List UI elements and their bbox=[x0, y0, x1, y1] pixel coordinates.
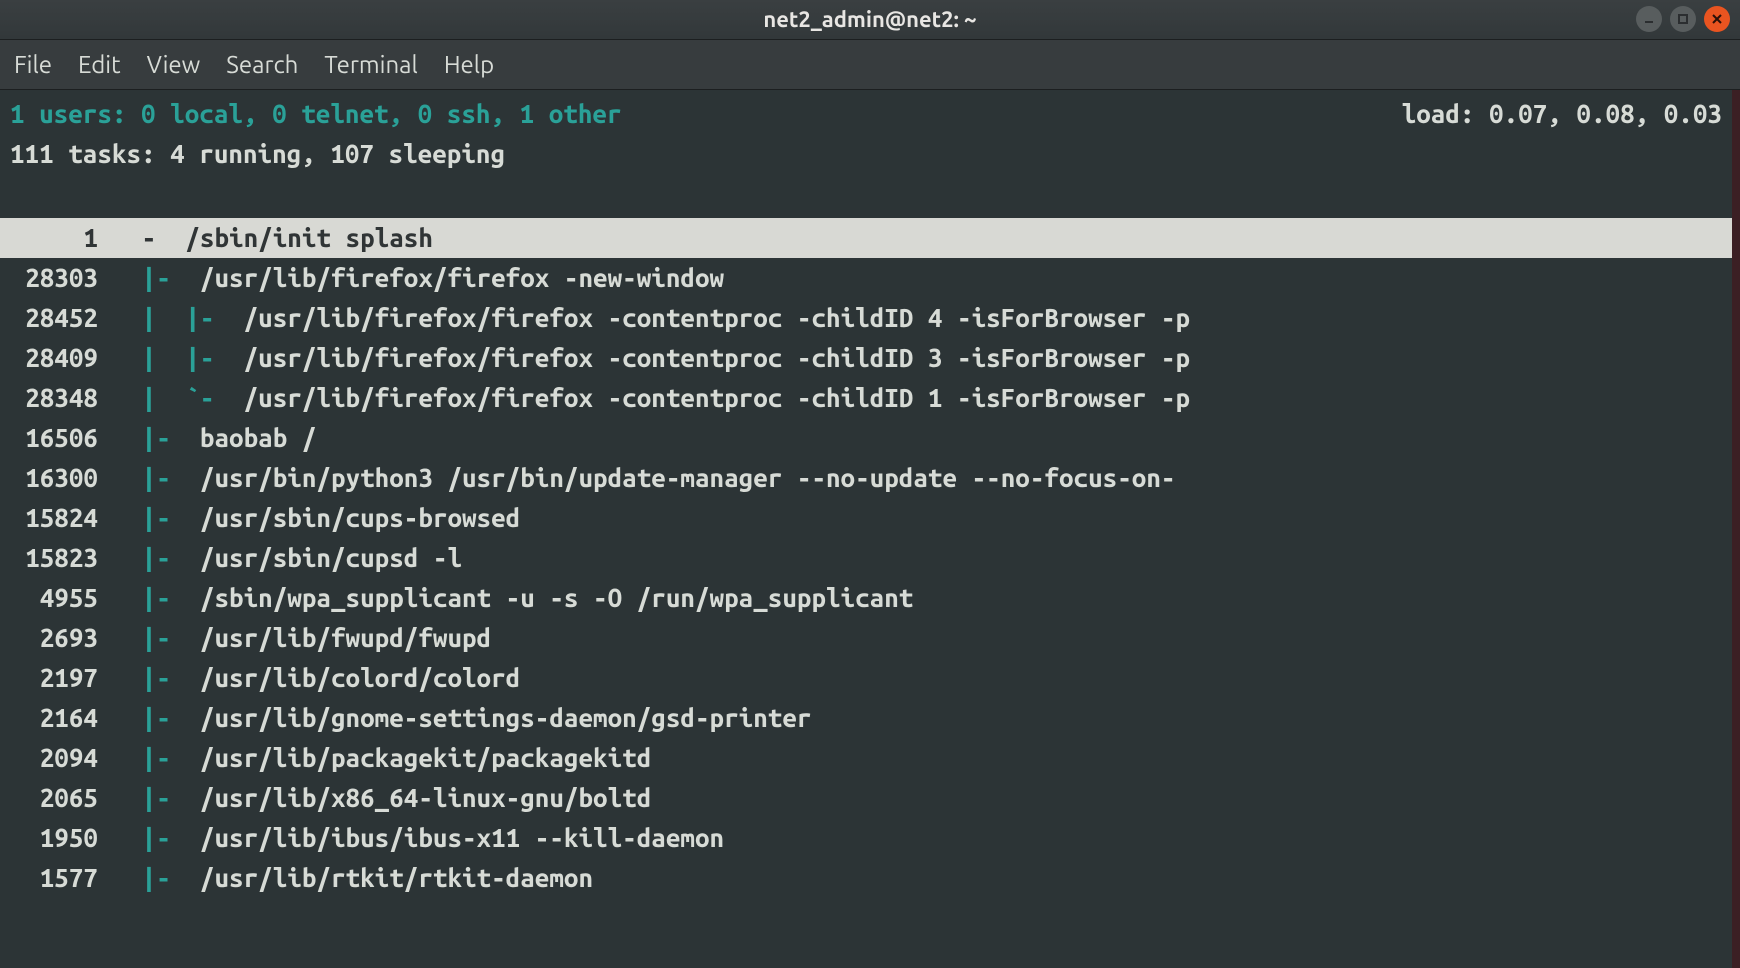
process-row[interactable]: 2065 |- /usr/lib/x86_64-linux-gnu/boltd bbox=[0, 778, 1732, 818]
process-row[interactable]: 15824 |- /usr/sbin/cups-browsed bbox=[0, 498, 1732, 538]
process-row[interactable]: 2693 |- /usr/lib/fwupd/fwupd bbox=[0, 618, 1732, 658]
process-command: /usr/sbin/cups-browsed bbox=[200, 498, 520, 538]
process-command: /usr/lib/colord/colord bbox=[200, 658, 520, 698]
process-pid: 2065 bbox=[10, 778, 98, 818]
process-command: /usr/lib/firefox/firefox -new-window bbox=[200, 258, 724, 298]
process-pid: 16506 bbox=[10, 418, 98, 458]
process-row[interactable]: 15823 |- /usr/sbin/cupsd -l bbox=[0, 538, 1732, 578]
process-pid: 15824 bbox=[10, 498, 98, 538]
terminal-area[interactable]: 1 users: 0 local, 0 telnet, 0 ssh, 1 oth… bbox=[0, 90, 1740, 968]
maximize-icon bbox=[1677, 13, 1689, 25]
load-summary: load: 0.07, 0.08, 0.03 bbox=[1402, 94, 1722, 134]
process-tree: |- bbox=[98, 698, 200, 738]
process-command: /sbin/init splash bbox=[185, 218, 433, 258]
process-row[interactable]: 28303 |- /usr/lib/firefox/firefox -new-w… bbox=[0, 258, 1732, 298]
menu-terminal[interactable]: Terminal bbox=[324, 51, 417, 78]
process-pid: 28303 bbox=[10, 258, 98, 298]
process-pid: 28452 bbox=[10, 298, 98, 338]
process-tree: |- bbox=[98, 618, 200, 658]
process-pid: 16300 bbox=[10, 458, 98, 498]
process-tree: |- bbox=[98, 658, 200, 698]
window-title: net2_admin@net2: ~ bbox=[763, 7, 976, 32]
window-controls bbox=[1636, 6, 1730, 32]
process-tree: | |- bbox=[98, 298, 244, 338]
process-row[interactable]: 28452 | |- /usr/lib/firefox/firefox -con… bbox=[0, 298, 1732, 338]
menubar: File Edit View Search Terminal Help bbox=[0, 40, 1740, 90]
maximize-button[interactable] bbox=[1670, 6, 1696, 32]
menu-edit[interactable]: Edit bbox=[78, 51, 121, 78]
process-tree: |- bbox=[98, 418, 200, 458]
process-row[interactable]: 28409 | |- /usr/lib/firefox/firefox -con… bbox=[0, 338, 1732, 378]
process-tree: |- bbox=[98, 538, 200, 578]
process-pid: 2094 bbox=[10, 738, 98, 778]
menu-file[interactable]: File bbox=[14, 51, 52, 78]
menu-help[interactable]: Help bbox=[444, 51, 494, 78]
minimize-icon bbox=[1643, 13, 1655, 25]
process-row[interactable]: 4955 |- /sbin/wpa_supplicant -u -s -O /r… bbox=[0, 578, 1732, 618]
process-row[interactable]: 16300 |- /usr/bin/python3 /usr/bin/updat… bbox=[0, 458, 1732, 498]
process-row[interactable]: 2094 |- /usr/lib/packagekit/packagekitd bbox=[0, 738, 1732, 778]
process-command: /usr/lib/ibus/ibus-x11 --kill-daemon bbox=[200, 818, 724, 858]
process-tree: |- bbox=[98, 498, 200, 538]
process-tree: |- bbox=[98, 738, 200, 778]
process-command: /usr/lib/gnome-settings-daemon/gsd-print… bbox=[200, 698, 812, 738]
titlebar: net2_admin@net2: ~ bbox=[0, 0, 1740, 40]
process-tree: |- bbox=[98, 778, 200, 818]
process-pid: 1577 bbox=[10, 858, 98, 898]
process-pid: 4955 bbox=[10, 578, 98, 618]
process-command: /usr/bin/python3 /usr/bin/update-manager… bbox=[200, 458, 1176, 498]
process-command: /usr/lib/firefox/firefox -contentproc -c… bbox=[244, 298, 1190, 338]
process-tree: |- bbox=[98, 818, 200, 858]
process-command: /usr/lib/x86_64-linux-gnu/boltd bbox=[200, 778, 651, 818]
process-pid: 1 bbox=[10, 218, 98, 258]
process-command: /usr/lib/packagekit/packagekitd bbox=[200, 738, 651, 778]
process-pid: 2164 bbox=[10, 698, 98, 738]
process-tree: | |- bbox=[98, 338, 244, 378]
process-command: /usr/lib/rtkit/rtkit-daemon bbox=[200, 858, 593, 898]
header-users-load: 1 users: 0 local, 0 telnet, 0 ssh, 1 oth… bbox=[0, 94, 1732, 134]
process-row[interactable]: 1 - /sbin/init splash bbox=[0, 218, 1732, 258]
process-command: /sbin/wpa_supplicant -u -s -O /run/wpa_s… bbox=[200, 578, 913, 618]
process-row[interactable]: 1577 |- /usr/lib/rtkit/rtkit-daemon bbox=[0, 858, 1732, 898]
tasks-summary: 111 tasks: 4 running, 107 sleeping bbox=[0, 134, 1732, 174]
process-pid: 15823 bbox=[10, 538, 98, 578]
process-command: /usr/lib/firefox/firefox -contentproc -c… bbox=[244, 338, 1190, 378]
process-tree: - bbox=[98, 218, 185, 258]
process-pid: 2693 bbox=[10, 618, 98, 658]
close-button[interactable] bbox=[1704, 6, 1730, 32]
process-tree: |- bbox=[98, 458, 200, 498]
process-row[interactable]: 28348 | `- /usr/lib/firefox/firefox -con… bbox=[0, 378, 1732, 418]
close-icon bbox=[1711, 13, 1723, 25]
process-tree: | `- bbox=[98, 378, 244, 418]
minimize-button[interactable] bbox=[1636, 6, 1662, 32]
process-list[interactable]: 1 - /sbin/init splash28303 |- /usr/lib/f… bbox=[0, 218, 1732, 898]
process-command: /usr/sbin/cupsd -l bbox=[200, 538, 462, 578]
process-row[interactable]: 16506 |- baobab / bbox=[0, 418, 1732, 458]
process-pid: 2197 bbox=[10, 658, 98, 698]
process-command: baobab / bbox=[200, 418, 316, 458]
process-tree: |- bbox=[98, 578, 200, 618]
process-tree: |- bbox=[98, 258, 200, 298]
process-pid: 28348 bbox=[10, 378, 98, 418]
process-command: /usr/lib/firefox/firefox -contentproc -c… bbox=[244, 378, 1190, 418]
menu-view[interactable]: View bbox=[147, 51, 201, 78]
process-row[interactable]: 2197 |- /usr/lib/colord/colord bbox=[0, 658, 1732, 698]
process-command: /usr/lib/fwupd/fwupd bbox=[200, 618, 491, 658]
process-row[interactable]: 1950 |- /usr/lib/ibus/ibus-x11 --kill-da… bbox=[0, 818, 1732, 858]
users-summary: 1 users: 0 local, 0 telnet, 0 ssh, 1 oth… bbox=[10, 94, 622, 134]
process-tree: |- bbox=[98, 858, 200, 898]
process-pid: 1950 bbox=[10, 818, 98, 858]
menu-search[interactable]: Search bbox=[226, 51, 298, 78]
process-row[interactable]: 2164 |- /usr/lib/gnome-settings-daemon/g… bbox=[0, 698, 1732, 738]
process-pid: 28409 bbox=[10, 338, 98, 378]
